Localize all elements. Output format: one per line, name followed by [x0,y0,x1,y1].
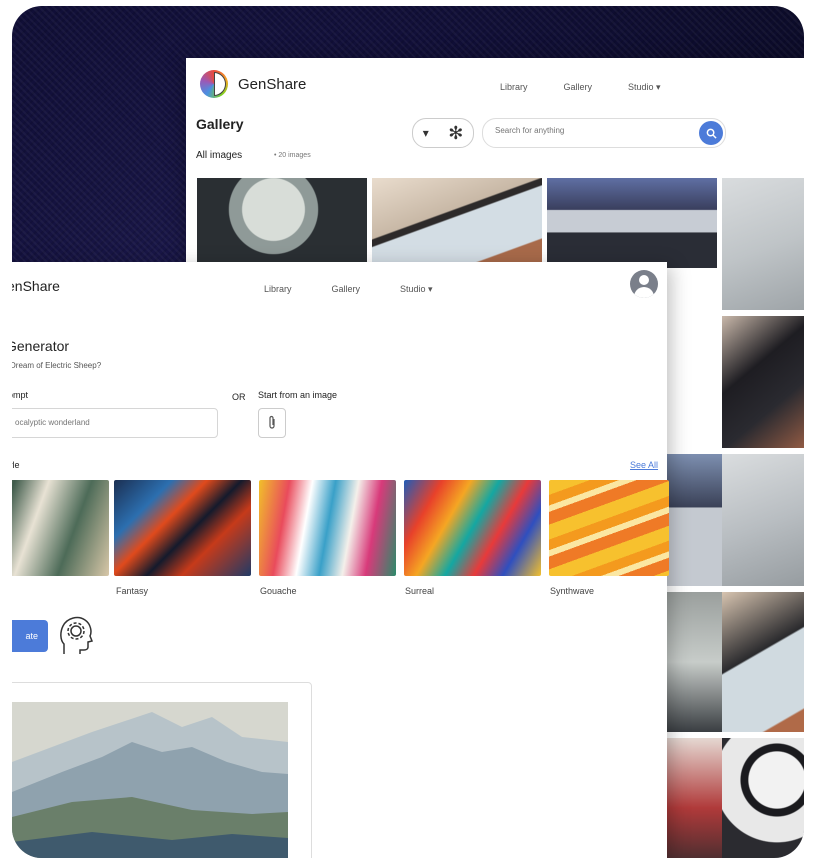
gallery-image-mask[interactable] [722,316,804,448]
nav-studio[interactable]: Studio ▾ [628,82,661,93]
mountain-painting [12,702,288,858]
gallery-image-desk-2[interactable] [667,454,722,586]
gallery-image-tablet[interactable] [372,178,542,268]
style-option-surreal[interactable] [404,480,541,576]
gallery-image-desk[interactable] [547,178,717,268]
brand-name[interactable]: enShare [12,278,60,294]
search-bar [482,118,726,148]
generator-window: enShare Library Gallery Studio ▾ Generat… [12,262,669,858]
generate-button[interactable]: ate [12,620,48,652]
start-from-image-label: Start from an image [258,390,338,400]
search-button[interactable] [699,121,723,145]
gallery-nav: Library Gallery Studio ▾ [500,82,661,93]
prompt-label: ompt [12,390,29,400]
attach-image-button[interactable] [258,408,286,438]
gallery-image-robot[interactable] [197,178,367,268]
style-label-surreal: Surreal [405,586,435,596]
gallery-image-tablet-2[interactable] [722,592,804,732]
generated-image-mountains[interactable] [12,702,288,858]
brand[interactable]: GenShare [200,70,306,98]
or-label: OR [232,392,246,402]
style-option-gouache[interactable] [259,480,396,576]
brain-logo-icon [200,70,228,98]
chevron-down-icon: ▾ [422,126,429,140]
style-label: yle [12,460,20,470]
user-avatar-icon[interactable] [630,270,658,298]
nav-gallery[interactable]: Gallery [332,284,361,295]
style-label-gouache: Gouache [260,586,297,596]
see-all-link[interactable]: See All [630,460,658,470]
search-icon [706,128,717,139]
gallery-image-robot-2[interactable] [667,592,722,732]
image-count: • 20 images [274,152,311,159]
nav-studio[interactable]: Studio ▾ [400,284,433,295]
nav-gallery[interactable]: Gallery [564,82,593,93]
model-selector[interactable]: ▾ ✻ [412,118,474,148]
gallery-image-phone[interactable] [667,738,722,858]
prompt-input[interactable] [13,417,207,428]
nav-library[interactable]: Library [264,284,292,295]
nav-library[interactable]: Library [500,82,528,93]
gallery-image-white-robot[interactable] [722,738,804,858]
generator-title: Generator [12,338,70,354]
background-card: GenShare Library Gallery Studio ▾ Galler… [12,6,804,858]
prompt-field [12,408,218,438]
snowflake-icon: ✻ [448,122,464,143]
page-title: Gallery [196,116,244,132]
style-label-synthwave: Synthwave [550,586,595,596]
brand-name: GenShare [238,75,307,93]
style-label-fantasy: Fantasy [116,586,149,596]
generator-nav: Library Gallery Studio ▾ [264,284,433,295]
generator-subtitle: Dream of Electric Sheep? [12,361,102,370]
paperclip-icon [269,415,275,429]
search-input[interactable] [493,125,687,136]
gallery-image-camera-2[interactable] [722,454,804,586]
style-option-synthwave[interactable] [549,480,669,576]
gallery-image-camera-1[interactable] [722,178,804,310]
all-images-label: All images [196,150,243,161]
gear-head-icon[interactable] [58,614,94,656]
style-option-abstract[interactable] [12,480,109,576]
style-option-fantasy[interactable] [114,480,251,576]
